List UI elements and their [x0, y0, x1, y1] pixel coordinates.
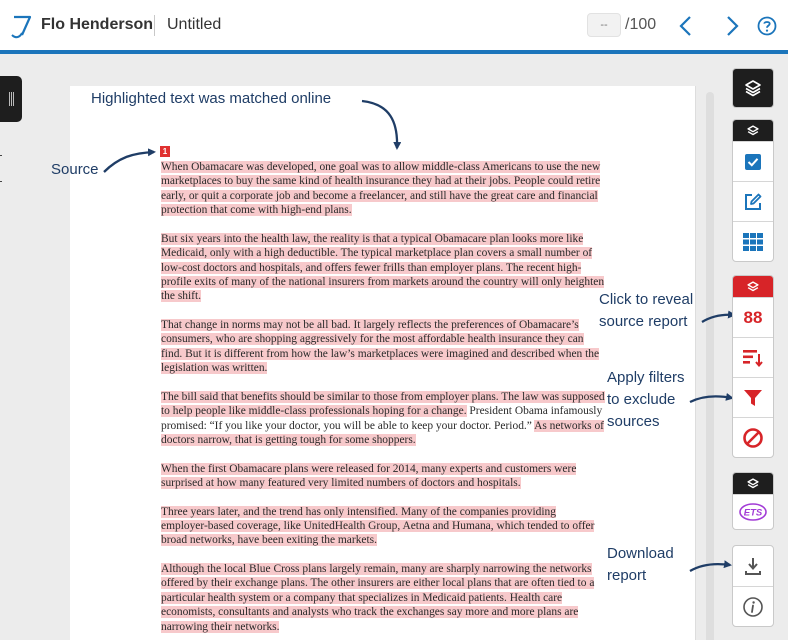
all-sources-button[interactable]: [733, 337, 773, 377]
matched-text[interactable]: But six years into the health law, the r…: [161, 232, 605, 303]
submission-info-button[interactable]: [733, 586, 773, 626]
page-total: /100: [625, 16, 657, 33]
grid-icon: [743, 232, 763, 251]
grading-toolbar: [732, 119, 774, 262]
grading-button[interactable]: [733, 141, 773, 181]
ets-toolbar: ETS: [732, 472, 774, 530]
exclude-icon: [743, 427, 763, 448]
checkbox-icon: [745, 153, 761, 170]
chevron-left-icon[interactable]: [676, 14, 696, 38]
matched-text[interactable]: Although the local Blue Cross plans larg…: [161, 563, 595, 633]
paragraph: The bill said that benefits should be si…: [161, 390, 605, 448]
grading-layer-header[interactable]: [733, 120, 773, 141]
document-title: Untitled: [167, 16, 222, 33]
layers-toolbar: [732, 68, 774, 108]
sort-list-icon: [743, 349, 763, 367]
page-number-input[interactable]: --: [587, 13, 621, 37]
annotation-highlighted: Highlighted text was matched online: [91, 90, 332, 107]
feedback-studio-viewer: Flo Henderson Untitled -- /100 1 When Ob…: [0, 0, 788, 640]
matched-text[interactable]: That change in norms may not be all bad.…: [161, 319, 600, 375]
download-icon: [745, 558, 761, 575]
left-edge-mark: [0, 155, 2, 156]
layers-icon: [747, 477, 759, 488]
user-name: Flo Henderson: [41, 16, 154, 33]
document-body: When Obamacare was developed, one goal w…: [161, 160, 605, 640]
scrollbar[interactable]: [706, 92, 714, 640]
paragraph: When Obamacare was developed, one goal w…: [161, 160, 605, 218]
similarity-toolbar: 88: [732, 275, 774, 458]
info-icon: [743, 596, 763, 617]
chevron-right-icon[interactable]: [722, 14, 742, 38]
match-number-badge[interactable]: 1: [160, 146, 170, 157]
annotation-source: Source: [51, 161, 99, 178]
match-overview-button[interactable]: 88: [733, 297, 773, 337]
matched-text[interactable]: Three years later, and the trend has onl…: [161, 505, 595, 547]
layers-icon: [745, 80, 761, 97]
layers-icon: [747, 124, 759, 135]
turnitin-logo-icon: [11, 15, 32, 39]
filter-icon: [744, 389, 762, 406]
matched-text[interactable]: When the first Obamacare plans were rele…: [161, 462, 577, 490]
annotation-click-reveal: Click to reveal source report: [599, 291, 694, 330]
ets-layer-header[interactable]: [733, 473, 773, 494]
annotation-apply-filters: Apply filters to exclude sources: [607, 369, 685, 430]
ets-label: ETS: [744, 508, 763, 519]
side-panel-handle[interactable]: [0, 76, 22, 122]
paragraph: Although the local Blue Cross plans larg…: [161, 562, 605, 634]
title-divider: [154, 15, 155, 36]
rubric-button[interactable]: [733, 221, 773, 261]
layers-button[interactable]: [733, 69, 773, 107]
header-accent-line: [0, 50, 788, 54]
layers-icon: [747, 280, 759, 291]
download-button[interactable]: [733, 546, 773, 586]
similarity-score: 88: [743, 307, 763, 327]
ets-icon: ETS: [739, 503, 767, 521]
matched-text[interactable]: When Obamacare was developed, one goal w…: [161, 161, 601, 217]
ets-button[interactable]: ETS: [733, 494, 773, 529]
paragraph: That change in norms may not be all bad.…: [161, 318, 605, 376]
similarity-layer-header[interactable]: [733, 276, 773, 297]
excluded-sources-button[interactable]: [733, 417, 773, 457]
filters-button[interactable]: [733, 377, 773, 417]
annotation-download: Download report: [607, 545, 674, 584]
paragraph: When the first Obamacare plans were rele…: [161, 462, 605, 491]
paragraph: Three years later, and the trend has onl…: [161, 505, 605, 548]
left-edge-mark: [0, 181, 2, 182]
help-circle-icon[interactable]: [757, 16, 777, 36]
utility-toolbar: [732, 545, 774, 627]
top-bar: Flo Henderson Untitled -- /100: [0, 0, 788, 50]
feedback-button[interactable]: [733, 181, 773, 221]
edit-icon: [745, 193, 762, 210]
paragraph: But six years into the health law, the r…: [161, 232, 605, 304]
